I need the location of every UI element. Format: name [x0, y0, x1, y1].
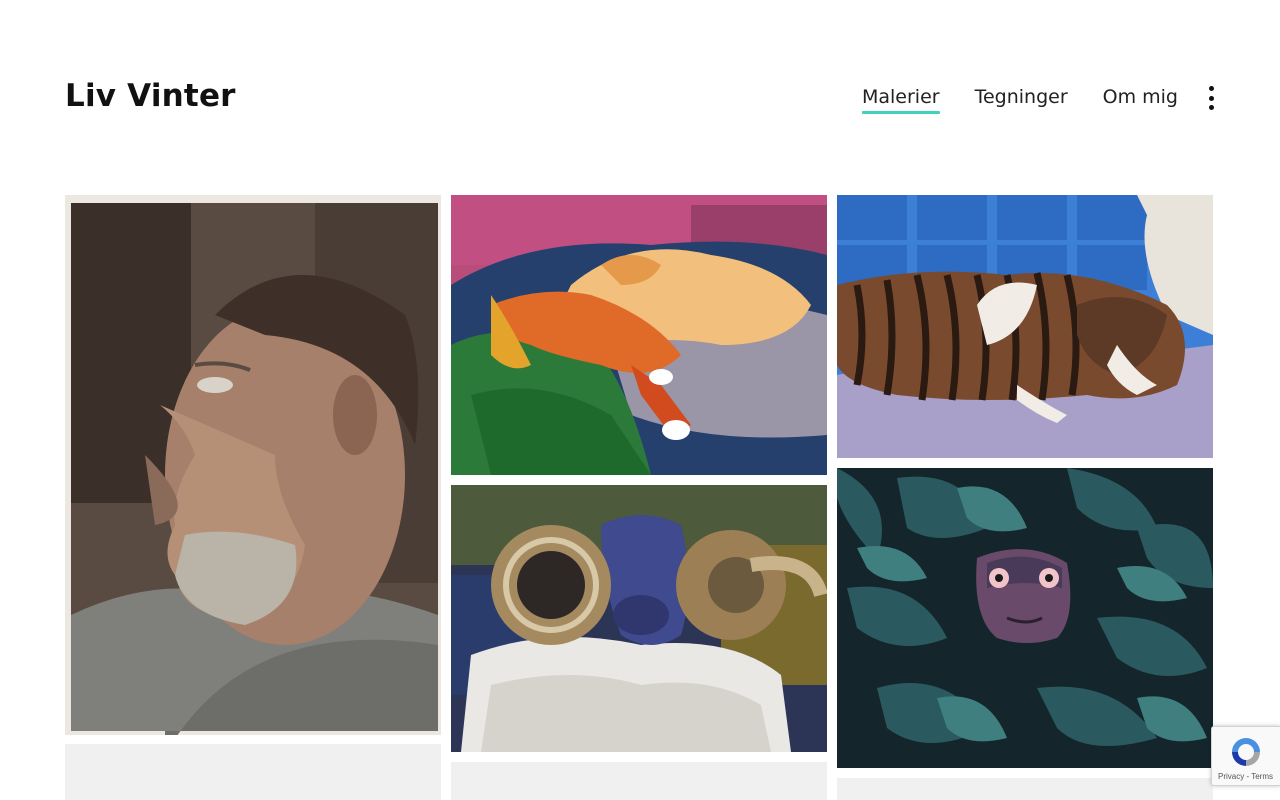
orange-dogs-image	[451, 195, 827, 475]
painting-placeholder	[451, 762, 827, 800]
painting-portrait[interactable]	[65, 195, 441, 735]
painting-orange-dogs[interactable]	[451, 195, 827, 475]
dot	[1208, 86, 1214, 91]
nav-item-tegninger[interactable]: Tegninger	[975, 86, 1068, 112]
nav-item-malerier[interactable]: Malerier	[861, 86, 940, 114]
site-header: Liv Vinter Malerier Tegninger Om mig	[0, 0, 1280, 195]
painting-placeholder	[65, 744, 441, 800]
face-in-leaves-image	[837, 468, 1213, 768]
dot	[1208, 105, 1214, 110]
painting-placeholder	[837, 778, 1213, 800]
dot	[1208, 95, 1214, 101]
more-menu-icon[interactable]	[1204, 86, 1218, 110]
terms-link[interactable]: Terms	[1251, 772, 1273, 781]
recaptcha-icon	[1232, 738, 1260, 766]
site-title[interactable]: Liv Vinter	[65, 78, 236, 114]
privacy-link[interactable]: Privacy	[1218, 772, 1244, 781]
painting-brindle-greyhound[interactable]	[837, 195, 1213, 458]
portrait-image	[65, 195, 441, 735]
main-nav: Malerier Tegninger Om mig	[861, 86, 1178, 114]
painting-ram[interactable]	[451, 485, 827, 752]
ram-image	[451, 485, 827, 752]
painting-face-in-leaves[interactable]	[837, 468, 1213, 768]
brindle-greyhound-image	[837, 195, 1213, 458]
nav-item-om-mig[interactable]: Om mig	[1103, 86, 1178, 112]
recaptcha-badge[interactable]: Privacy - Terms	[1211, 726, 1280, 786]
recaptcha-links: Privacy - Terms	[1218, 772, 1273, 781]
